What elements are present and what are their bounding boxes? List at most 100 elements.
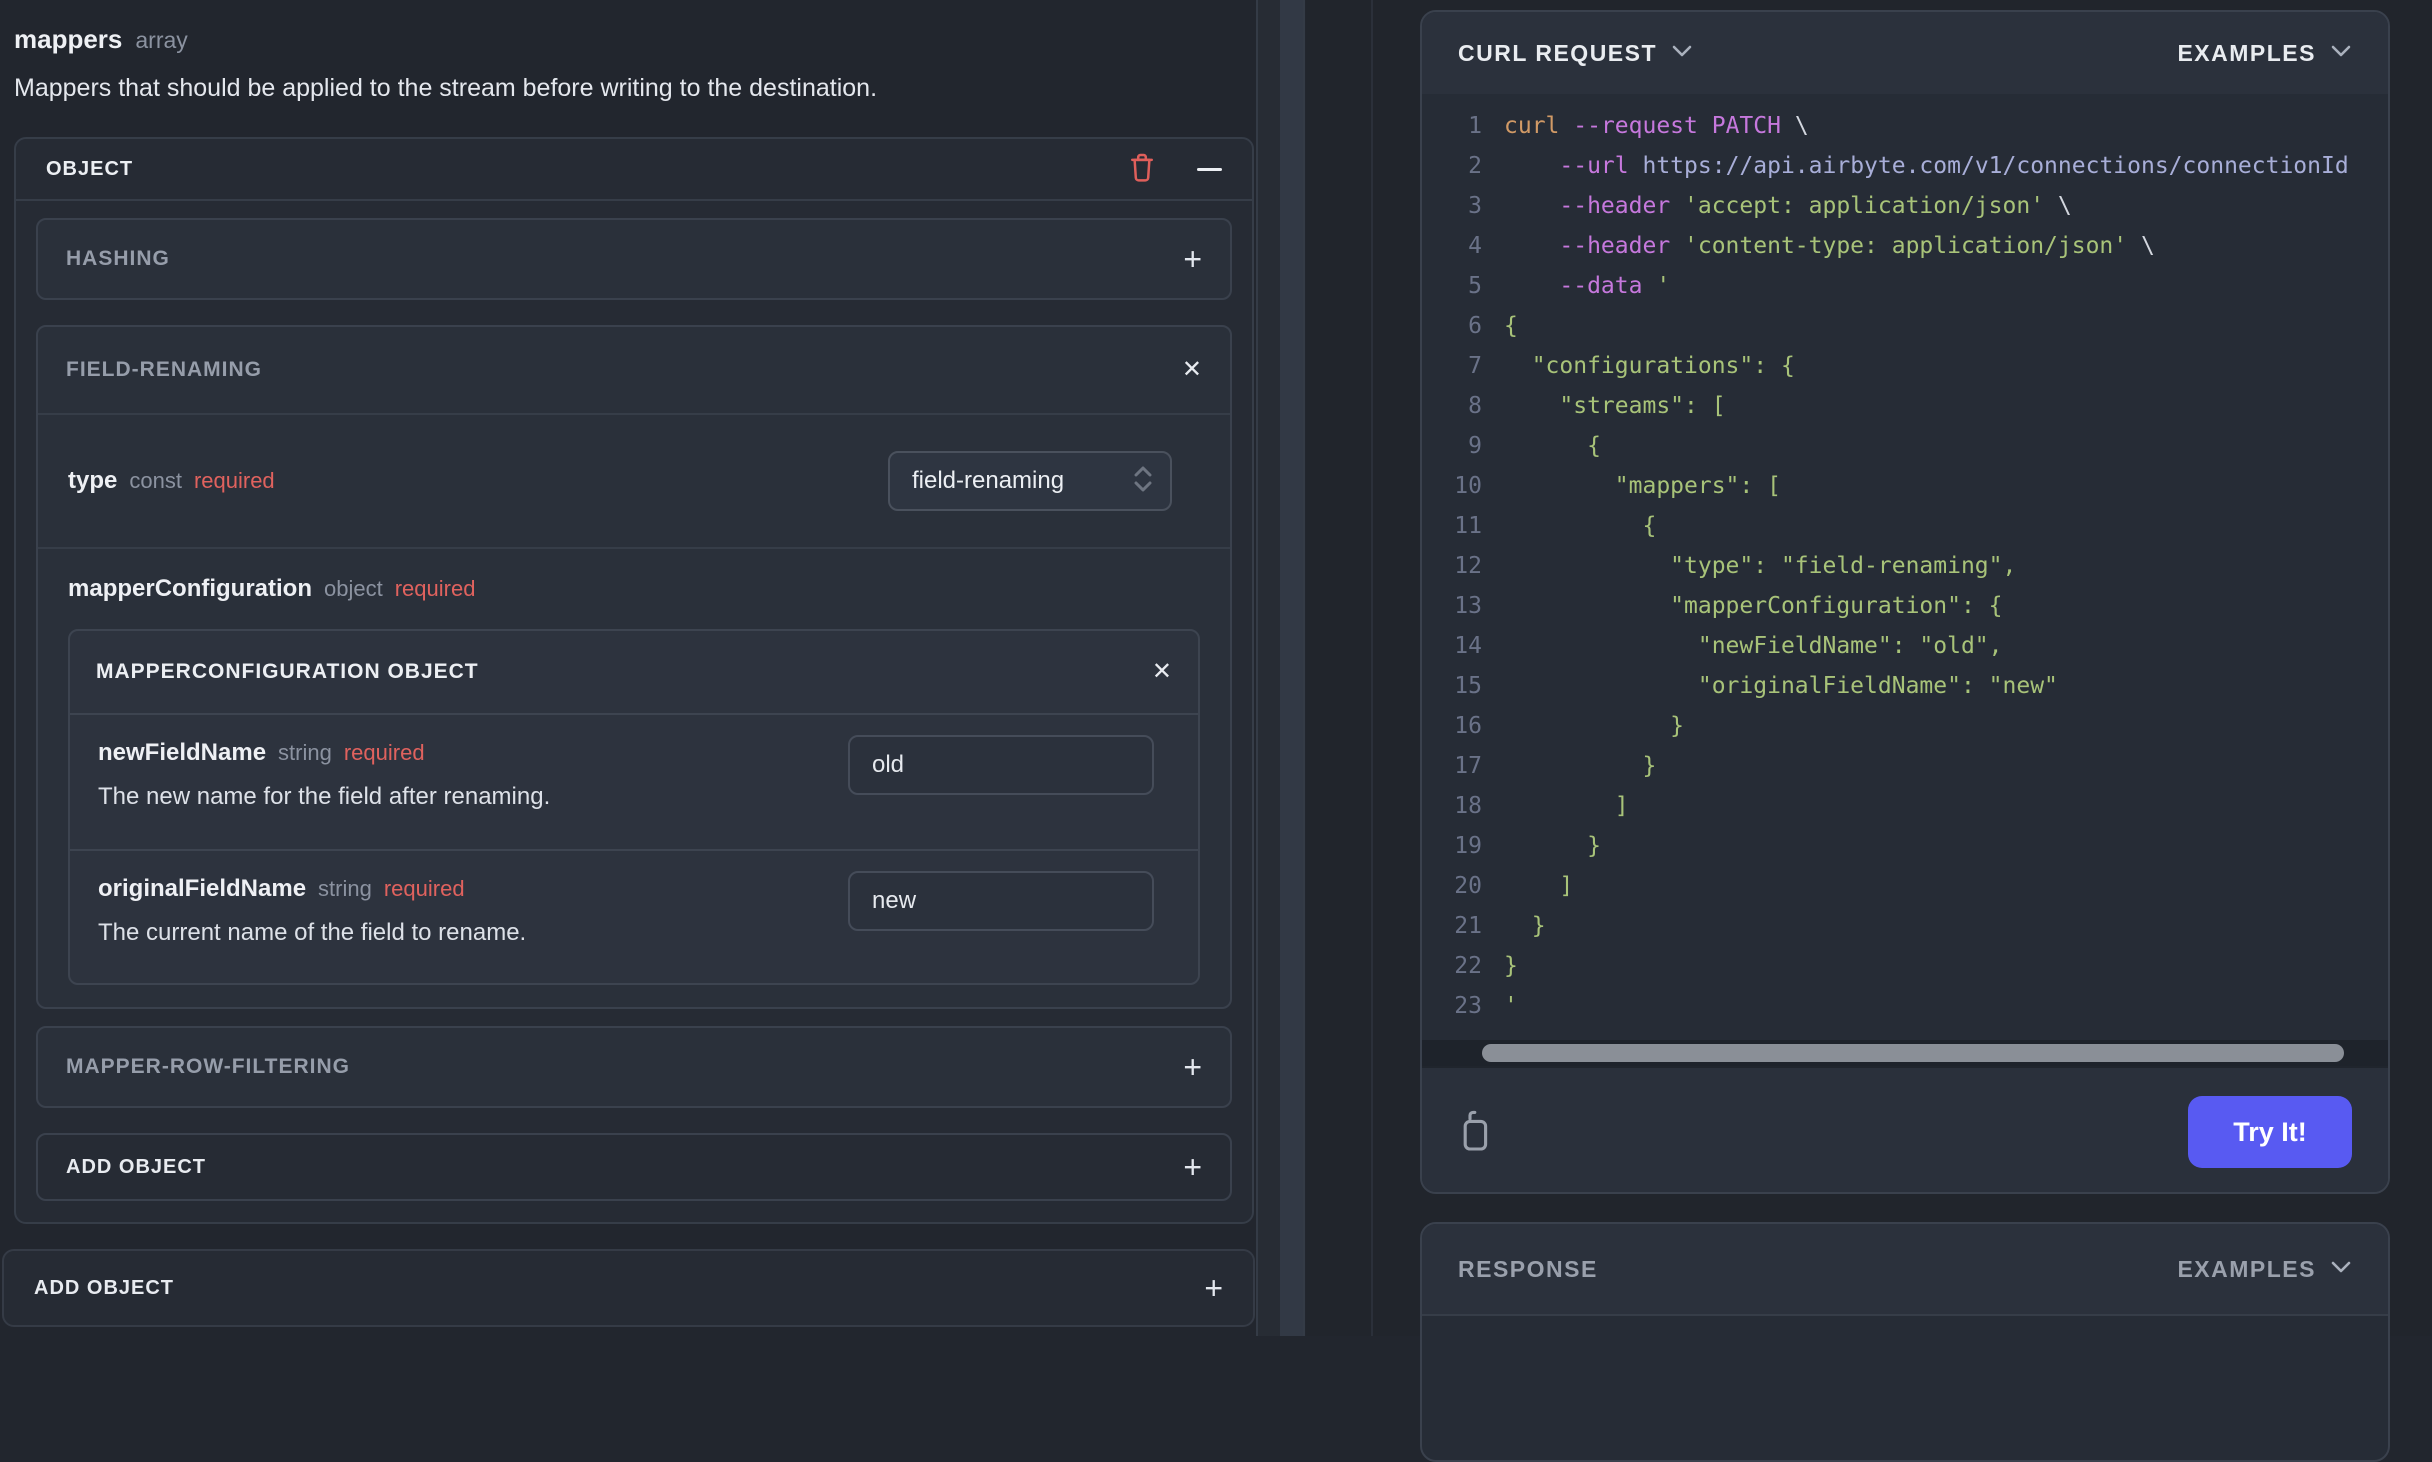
field-description: Mappers that should be applied to the st… — [14, 74, 878, 102]
code-line: 17 } — [1422, 746, 2388, 786]
line-number: 12 — [1454, 553, 1482, 579]
required-badge: required — [383, 876, 465, 901]
code-line: 19 } — [1422, 826, 2388, 866]
delete-object-button[interactable] — [1129, 152, 1155, 186]
line-number: 15 — [1454, 673, 1482, 699]
examples-label: EXAMPLES — [2177, 39, 2316, 66]
field-renaming-header: FIELD-RENAMING ✕ — [38, 327, 1230, 415]
mapper-configuration-card: MAPPERCONFIGURATION OBJECT ✕ newFieldNam… — [68, 629, 1200, 985]
examples-dropdown[interactable]: EXAMPLES — [2177, 40, 2352, 67]
field-name: mappers — [14, 24, 123, 54]
mapper-configuration-section: mapperConfiguration object required MAPP… — [38, 549, 1230, 1007]
hashing-section-label: HASHING — [66, 247, 170, 270]
curl-code-block[interactable]: 1 curl --request PATCH \ 2 --url https://a… — [1422, 94, 2388, 1066]
line-number: 2 — [1468, 153, 1482, 179]
horizontal-scrollbar[interactable] — [1422, 1040, 2388, 1066]
property-kind: const — [129, 468, 182, 493]
field-type-badge: array — [135, 27, 188, 53]
property-name: newFieldName — [98, 739, 267, 766]
plus-icon[interactable]: + — [1204, 1272, 1223, 1304]
code-line: 9 { — [1422, 426, 2388, 466]
curl-panel-header: CURL REQUEST EXAMPLES — [1422, 12, 2388, 94]
close-icon[interactable]: ✕ — [1152, 660, 1172, 684]
code-line: 20 ] — [1422, 866, 2388, 906]
property-name: originalFieldName — [98, 875, 307, 902]
trash-icon — [1129, 152, 1155, 186]
response-title: RESPONSE — [1458, 1255, 1598, 1282]
add-object-button-outer[interactable]: ADD OBJECT + — [2, 1249, 1255, 1327]
object-card-header: OBJECT — [16, 139, 1252, 201]
curl-request-title: CURL REQUEST — [1458, 39, 1658, 66]
line-number: 3 — [1468, 193, 1482, 219]
code-line: 21 } — [1422, 906, 2388, 946]
line-number: 17 — [1454, 753, 1482, 779]
mapper-configuration-label: mapperConfiguration object required — [68, 575, 1200, 603]
line-number: 19 — [1454, 833, 1482, 859]
line-number: 1 — [1468, 113, 1482, 139]
line-number: 16 — [1454, 713, 1482, 739]
minus-icon — [1197, 167, 1222, 171]
required-badge: required — [343, 740, 425, 765]
type-property-row: type const required field-renaming — [38, 415, 1230, 549]
line-number: 10 — [1454, 473, 1482, 499]
line-number: 21 — [1454, 913, 1482, 939]
plus-icon[interactable]: + — [1183, 1051, 1202, 1083]
line-number: 7 — [1468, 353, 1482, 379]
copy-code-button[interactable] — [1458, 1109, 1494, 1156]
code-line: 2 --url https://api.airbyte.com/v1/conne… — [1422, 146, 2388, 186]
left-column-scrollbar[interactable] — [1256, 0, 1305, 1336]
line-number: 4 — [1468, 233, 1482, 259]
code-line: 5 --data ' — [1422, 266, 2388, 306]
code-line: 18 ] — [1422, 786, 2388, 826]
close-icon[interactable]: ✕ — [1182, 358, 1202, 382]
original-field-name-row: originalFieldName string required The cu… — [70, 849, 1198, 983]
code-line: 22} — [1422, 946, 2388, 986]
new-field-name-input[interactable] — [848, 735, 1154, 795]
examples-label: EXAMPLES — [2177, 1255, 2316, 1282]
chevron-down-icon — [2330, 1260, 2352, 1279]
plus-icon[interactable]: + — [1183, 243, 1202, 275]
code-line: 15 "originalFieldName": "new" — [1422, 666, 2388, 706]
curl-request-dropdown[interactable]: CURL REQUEST — [1458, 40, 1693, 67]
line-number: 11 — [1454, 513, 1482, 539]
code-line: 12 "type": "field-renaming", — [1422, 546, 2388, 586]
line-number: 14 — [1454, 633, 1482, 659]
add-object-button-inner[interactable]: ADD OBJECT + — [36, 1133, 1232, 1201]
line-number: 8 — [1468, 393, 1482, 419]
code-line: 10 "mappers": [ — [1422, 466, 2388, 506]
new-field-name-row: newFieldName string required The new nam… — [70, 715, 1198, 849]
code-line: 4 --header 'content-type: application/js… — [1422, 226, 2388, 266]
property-kind: object — [324, 576, 383, 601]
schema-column: mappers array Mappers that should be app… — [0, 0, 1256, 1327]
object-card-title: OBJECT — [46, 157, 134, 180]
property-name: type — [68, 467, 118, 494]
code-line: 7 "configurations": { — [1422, 346, 2388, 386]
add-object-label: ADD OBJECT — [34, 1276, 175, 1299]
original-field-name-input[interactable] — [848, 871, 1154, 931]
line-number: 5 — [1468, 273, 1482, 299]
left-column-scrollbar-thumb[interactable] — [1280, 0, 1303, 1336]
field-renaming-label: FIELD-RENAMING — [66, 358, 262, 381]
line-number: 18 — [1454, 793, 1482, 819]
field-renaming-section: FIELD-RENAMING ✕ type const required fie… — [36, 325, 1232, 1009]
line-number: 23 — [1454, 993, 1482, 1019]
code-line: 8 "streams": [ — [1422, 386, 2388, 426]
add-object-label: ADD OBJECT — [66, 1155, 207, 1178]
hashing-section[interactable]: HASHING + — [36, 218, 1232, 300]
plus-icon[interactable]: + — [1183, 1151, 1202, 1183]
response-title-group: RESPONSE — [1458, 1256, 1598, 1283]
response-examples-dropdown[interactable]: EXAMPLES — [2177, 1256, 2352, 1283]
horizontal-scrollbar-thumb[interactable] — [1482, 1044, 2344, 1062]
code-line: 13 "mapperConfiguration": { — [1422, 586, 2388, 626]
try-it-button[interactable]: Try It! — [2188, 1096, 2352, 1168]
type-select[interactable]: field-renaming — [888, 451, 1172, 511]
chevron-down-icon — [2330, 44, 2352, 63]
line-number: 22 — [1454, 953, 1482, 979]
required-badge: required — [394, 576, 476, 601]
code-line: 23 ' — [1422, 986, 2388, 1026]
mapper-configuration-card-header: MAPPERCONFIGURATION OBJECT ✕ — [70, 631, 1198, 715]
mapper-row-filtering-section[interactable]: MAPPER-ROW-FILTERING + — [36, 1026, 1232, 1108]
collapse-object-button[interactable] — [1197, 167, 1222, 171]
mapper-configuration-card-title: MAPPERCONFIGURATION OBJECT — [96, 660, 479, 683]
property-kind: string — [278, 740, 332, 765]
